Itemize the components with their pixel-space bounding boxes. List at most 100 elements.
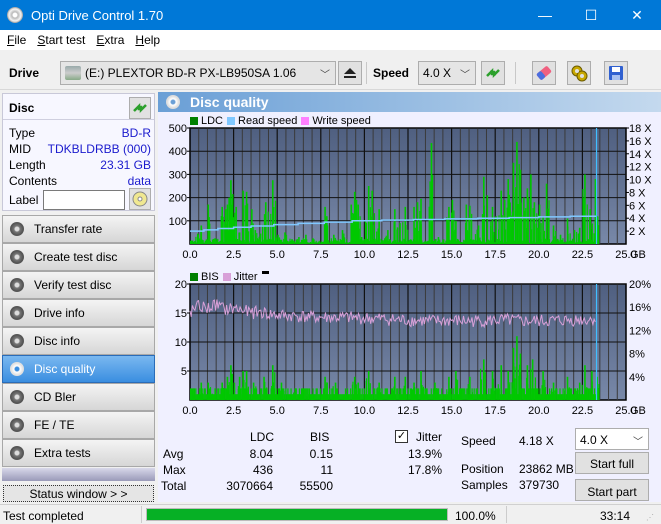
ldc-bar [389, 239, 392, 244]
bis-bar [547, 394, 550, 400]
chevron-down-icon: ﹀ [633, 437, 643, 448]
save-button[interactable] [604, 61, 628, 85]
bis-bar [453, 394, 455, 400]
nav-drive-info[interactable]: Drive info [2, 299, 155, 327]
ldc-bar [312, 242, 314, 244]
label-disc-button[interactable] [129, 188, 151, 210]
ldc-bar [552, 229, 555, 244]
bis-bar [424, 388, 426, 400]
bis-bar [267, 394, 269, 400]
bis-bar [500, 374, 502, 400]
ldc-bar [338, 241, 340, 244]
bis-bar [474, 394, 476, 400]
disc-refresh-button[interactable] [129, 97, 151, 119]
minimize-button[interactable]: — [522, 0, 568, 30]
ldc-bar [591, 223, 593, 244]
menu-help[interactable]: Help [135, 33, 160, 47]
ldc-bar [287, 240, 289, 244]
bis-bar [545, 387, 547, 400]
resize-grip-icon[interactable]: ⋰ [646, 513, 654, 522]
nav-extra-tests[interactable]: Extra tests [2, 439, 155, 467]
bis-bar [380, 392, 382, 400]
bis-bar [591, 381, 593, 400]
close-button[interactable]: ✕ [614, 0, 660, 30]
bis-bar [191, 390, 194, 400]
bis-bar [371, 394, 373, 400]
drive-select[interactable]: (E:) PLEXTOR BD-R PX-LB950SA 1.06 ﹀ [60, 61, 336, 85]
bis-bar [444, 394, 446, 400]
eject-button[interactable] [338, 61, 362, 85]
nav-disc-quality[interactable]: Disc quality [2, 355, 155, 383]
nav-verify-test-disc[interactable]: Verify test disc [2, 271, 155, 299]
nav-transfer-rate[interactable]: Transfer rate [2, 215, 155, 243]
jitter-checkbox[interactable]: ✓ [395, 430, 408, 443]
bis-peak-bar [334, 382, 337, 400]
row-label-total: Total [161, 479, 187, 493]
bis-bar [331, 388, 333, 400]
bis-bar [522, 388, 524, 400]
menu-file[interactable]: File [7, 33, 26, 47]
bis-bar [454, 386, 457, 400]
speed-select[interactable]: 4.0 X ﹀ [418, 61, 476, 85]
status-window-button[interactable]: Status window > > [3, 485, 154, 502]
settings-button[interactable] [567, 61, 591, 85]
nav-disc-info[interactable]: Disc info [2, 327, 155, 355]
ldc-bar [411, 240, 413, 244]
y2-tick-label: 18 X [629, 123, 652, 135]
bis-bar [358, 394, 360, 400]
bis-bar [473, 388, 475, 400]
eject-icon [344, 68, 356, 78]
bis-bar [385, 388, 387, 400]
bis-bar [592, 394, 595, 400]
bis-bar [306, 396, 308, 400]
bis-bar [449, 388, 451, 400]
drive-select-value: (E:) PLEXTOR BD-R PX-LB950SA 1.06 [85, 66, 297, 80]
refresh-speed-button[interactable] [481, 61, 505, 85]
y-tick-label: 10 [175, 337, 187, 349]
speed-label: Speed [373, 66, 410, 80]
ldc-bar [384, 238, 386, 244]
bis-bar [264, 381, 266, 400]
menu-start-test[interactable]: Start test [37, 33, 85, 47]
ldc-bar [419, 210, 421, 244]
test-speed-select[interactable]: 4.0 X ﹀ [575, 428, 649, 450]
ldc-bar [216, 239, 218, 244]
nav-create-test-disc[interactable]: Create test disc [2, 243, 155, 271]
ldc-bar [521, 215, 523, 244]
bis-bar [464, 388, 466, 400]
ldc-bar [278, 237, 280, 244]
ldc-bar [483, 210, 485, 244]
ldc-bar [316, 242, 318, 244]
erase-button[interactable] [532, 61, 556, 85]
bis-bar [365, 380, 367, 400]
bis-bar [256, 394, 259, 400]
ldc-peak-bar [214, 238, 217, 244]
nav-cd-bler[interactable]: CD Bler [2, 383, 155, 411]
ldc-bar [393, 222, 395, 244]
total-bis: 55500 [299, 479, 333, 493]
start-part-button[interactable]: Start part [575, 479, 649, 501]
ldc-peak-bar [264, 202, 267, 244]
bis-bar [351, 384, 354, 400]
disc-label-input[interactable] [43, 190, 125, 210]
bis-bar [513, 366, 515, 400]
maximize-button[interactable]: ☐ [568, 0, 614, 30]
start-full-button[interactable]: Start full [575, 452, 649, 474]
nav-fe-te[interactable]: FE / TE [2, 411, 155, 439]
ldc-bar [239, 236, 241, 244]
ldc-bar [429, 181, 431, 244]
ldc-bar [308, 242, 310, 244]
ldc-bar [571, 238, 574, 244]
ldc-bar [439, 239, 441, 244]
bis-bar [280, 390, 282, 400]
bis-bar [523, 388, 526, 400]
menu-extra[interactable]: Extra [96, 33, 124, 47]
bis-bar [262, 394, 264, 400]
bis-bar [346, 388, 349, 400]
bis-bar [526, 377, 528, 400]
ldc-bar [462, 242, 464, 244]
ldc-bar [315, 240, 317, 244]
bis-bar [363, 388, 365, 400]
ldc-bar [565, 241, 567, 244]
bis-bar [237, 388, 239, 400]
